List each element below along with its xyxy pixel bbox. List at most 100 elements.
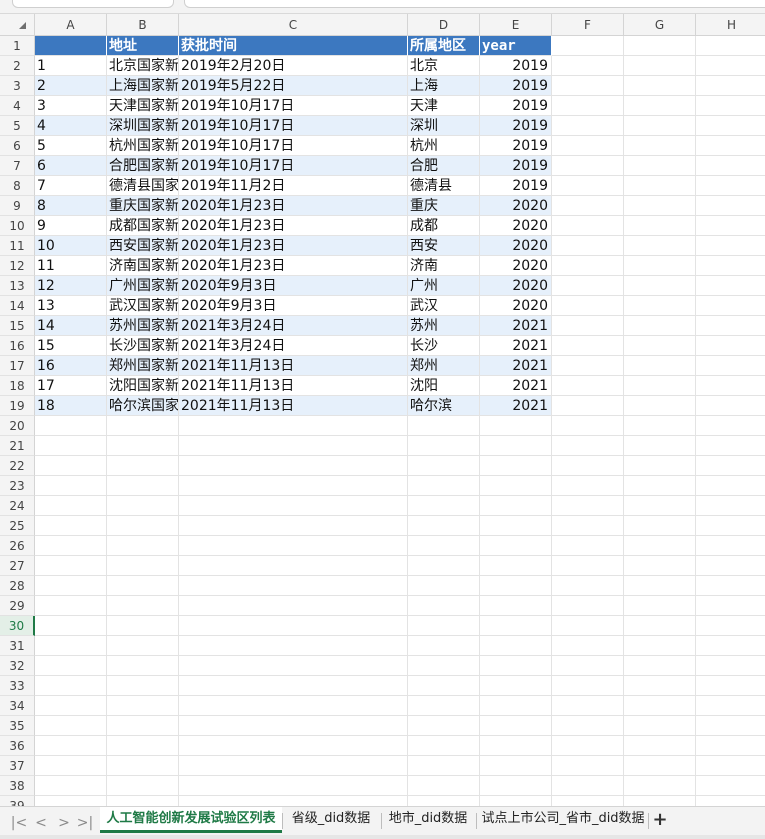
table-cell[interactable]: 2020年1月23日 xyxy=(179,216,408,236)
empty-cell[interactable] xyxy=(408,416,480,436)
empty-cell[interactable] xyxy=(624,116,696,136)
row-header-10[interactable]: 10 xyxy=(0,216,35,236)
table-header-cell[interactable]: 获批时间 xyxy=(179,36,408,56)
table-cell[interactable]: 西安国家新 xyxy=(107,236,179,256)
table-cell[interactable]: 2020 xyxy=(480,236,552,256)
empty-cell[interactable] xyxy=(552,456,624,476)
sheet-tab[interactable]: 地市_did数据 xyxy=(385,807,471,833)
empty-cell[interactable] xyxy=(552,496,624,516)
table-cell[interactable]: 2021年11月13日 xyxy=(179,396,408,416)
row-header-33[interactable]: 33 xyxy=(0,676,35,696)
empty-cell[interactable] xyxy=(552,316,624,336)
empty-cell[interactable] xyxy=(696,196,765,216)
empty-cell[interactable] xyxy=(552,796,624,806)
empty-cell[interactable] xyxy=(179,756,408,776)
empty-cell[interactable] xyxy=(624,436,696,456)
formula-input[interactable] xyxy=(184,0,765,8)
table-cell[interactable]: 2021 xyxy=(480,396,552,416)
table-cell[interactable]: 1 xyxy=(35,56,107,76)
table-cell[interactable]: 5 xyxy=(35,136,107,156)
row-header-35[interactable]: 35 xyxy=(0,716,35,736)
table-header-cell[interactable]: 地址 xyxy=(107,36,179,56)
empty-cell[interactable] xyxy=(408,616,480,636)
empty-cell[interactable] xyxy=(624,56,696,76)
empty-cell[interactable] xyxy=(408,716,480,736)
table-cell[interactable]: 成都国家新 xyxy=(107,216,179,236)
empty-cell[interactable] xyxy=(624,136,696,156)
empty-cell[interactable] xyxy=(408,676,480,696)
empty-cell[interactable] xyxy=(696,176,765,196)
empty-cell[interactable] xyxy=(552,176,624,196)
column-header-c[interactable]: C xyxy=(179,14,408,36)
table-cell[interactable]: 天津国家新 xyxy=(107,96,179,116)
empty-cell[interactable] xyxy=(480,456,552,476)
table-cell[interactable]: 深圳 xyxy=(408,116,480,136)
table-cell[interactable]: 武汉国家新 xyxy=(107,296,179,316)
row-header-28[interactable]: 28 xyxy=(0,576,35,596)
row-header-1[interactable]: 1 xyxy=(0,36,35,56)
empty-cell[interactable] xyxy=(408,736,480,756)
empty-cell[interactable] xyxy=(35,676,107,696)
empty-cell[interactable] xyxy=(696,656,765,676)
empty-cell[interactable] xyxy=(408,776,480,796)
empty-cell[interactable] xyxy=(696,156,765,176)
empty-cell[interactable] xyxy=(480,436,552,456)
row-header-29[interactable]: 29 xyxy=(0,596,35,616)
empty-cell[interactable] xyxy=(624,336,696,356)
empty-cell[interactable] xyxy=(552,236,624,256)
empty-cell[interactable] xyxy=(552,336,624,356)
empty-cell[interactable] xyxy=(480,796,552,806)
table-cell[interactable]: 3 xyxy=(35,96,107,116)
empty-cell[interactable] xyxy=(480,696,552,716)
empty-cell[interactable] xyxy=(552,356,624,376)
empty-cell[interactable] xyxy=(696,356,765,376)
empty-cell[interactable] xyxy=(107,716,179,736)
empty-cell[interactable] xyxy=(408,636,480,656)
row-header-23[interactable]: 23 xyxy=(0,476,35,496)
empty-cell[interactable] xyxy=(179,496,408,516)
table-cell[interactable]: 13 xyxy=(35,296,107,316)
empty-cell[interactable] xyxy=(179,576,408,596)
empty-cell[interactable] xyxy=(696,416,765,436)
row-header-14[interactable]: 14 xyxy=(0,296,35,316)
empty-cell[interactable] xyxy=(624,256,696,276)
table-cell[interactable]: 上海国家新 xyxy=(107,76,179,96)
table-cell[interactable]: 12 xyxy=(35,276,107,296)
table-cell[interactable]: 2020 xyxy=(480,216,552,236)
table-cell[interactable]: 2019 xyxy=(480,56,552,76)
empty-cell[interactable] xyxy=(408,536,480,556)
table-cell[interactable]: 济南 xyxy=(408,256,480,276)
empty-cell[interactable] xyxy=(552,716,624,736)
empty-cell[interactable] xyxy=(696,456,765,476)
empty-cell[interactable] xyxy=(107,796,179,806)
empty-cell[interactable] xyxy=(179,456,408,476)
table-cell[interactable]: 2019年10月17日 xyxy=(179,116,408,136)
row-header-17[interactable]: 17 xyxy=(0,356,35,376)
table-cell[interactable]: 沈阳国家新 xyxy=(107,376,179,396)
table-cell[interactable]: 2021 xyxy=(480,376,552,396)
empty-cell[interactable] xyxy=(624,756,696,776)
nav-first-sheet-button[interactable]: |< xyxy=(10,813,28,833)
empty-cell[interactable] xyxy=(107,656,179,676)
empty-cell[interactable] xyxy=(35,656,107,676)
nav-last-sheet-button[interactable]: >| xyxy=(76,813,94,833)
row-header-11[interactable]: 11 xyxy=(0,236,35,256)
empty-cell[interactable] xyxy=(107,536,179,556)
empty-cell[interactable] xyxy=(552,296,624,316)
empty-cell[interactable] xyxy=(696,696,765,716)
row-header-7[interactable]: 7 xyxy=(0,156,35,176)
empty-cell[interactable] xyxy=(35,476,107,496)
empty-cell[interactable] xyxy=(696,676,765,696)
table-cell[interactable]: 广州 xyxy=(408,276,480,296)
table-cell[interactable]: 6 xyxy=(35,156,107,176)
empty-cell[interactable] xyxy=(107,756,179,776)
table-cell[interactable]: 杭州国家新 xyxy=(107,136,179,156)
empty-cell[interactable] xyxy=(696,756,765,776)
row-header-38[interactable]: 38 xyxy=(0,776,35,796)
empty-cell[interactable] xyxy=(552,596,624,616)
empty-cell[interactable] xyxy=(408,756,480,776)
table-cell[interactable]: 重庆国家新 xyxy=(107,196,179,216)
empty-cell[interactable] xyxy=(624,456,696,476)
empty-cell[interactable] xyxy=(624,476,696,496)
empty-cell[interactable] xyxy=(179,616,408,636)
